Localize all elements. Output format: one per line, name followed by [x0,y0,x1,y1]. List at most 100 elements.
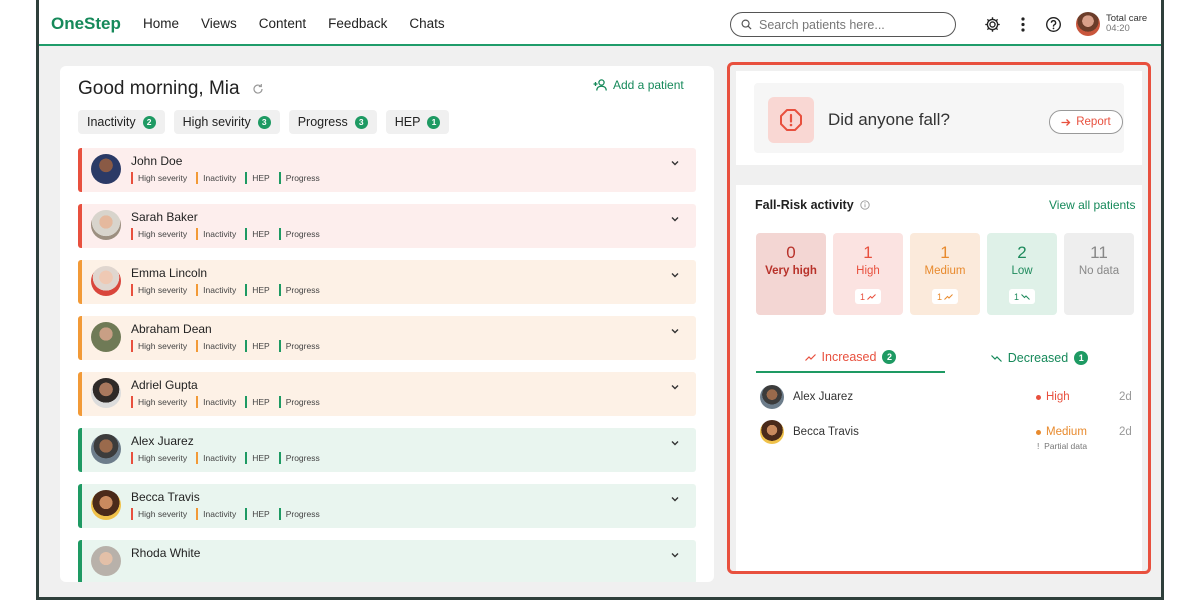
greeting-text: Good morning, Mia [78,78,240,99]
tile-label: No data [1078,265,1120,277]
tile-count: 1 [940,243,950,262]
chevron-down-icon[interactable] [670,494,680,504]
patient-name: Abraham Dean [131,322,212,336]
tag-hep: HEP [245,284,270,296]
risk-level: Medium [1036,426,1087,438]
chip-label: HEP [394,115,421,129]
chevron-down-icon[interactable] [670,270,680,280]
search-box[interactable] [730,12,956,37]
risk-level: High [1036,391,1070,403]
patient-row[interactable]: Emma Lincoln High severity Inactivity HE… [78,260,696,304]
search-input[interactable] [759,17,939,32]
patient-row[interactable]: Sarah Baker High severity Inactivity HEP… [78,204,696,248]
refresh-icon[interactable] [252,83,264,95]
tab-decreased[interactable]: Decreased 1 [945,343,1134,373]
report-button[interactable]: Report [1049,110,1123,134]
trend-up-icon [804,353,816,361]
patient-tags: High severity Inactivity HEP Progress [131,452,320,464]
app-logo[interactable]: OneStep [51,14,121,34]
patient-name: John Doe [131,154,183,168]
patient-tags: High severity Inactivity HEP Progress [131,340,320,352]
patient-name: Rhoda White [131,546,201,560]
info-icon[interactable] [860,200,870,210]
fall-report-card: Did anyone fall? Report [736,71,1142,165]
patient-list: John Doe High severity Inactivity HEP Pr… [78,148,696,582]
tag-progress: Progress [278,508,320,520]
user-line-2: 04:20 [1106,23,1130,34]
add-user-icon [593,79,607,91]
patient-name: Alex Juarez [131,434,194,448]
tag-inactivity: Inactivity [196,396,236,408]
chevron-down-icon[interactable] [670,550,680,560]
patient-tags: High severity Inactivity HEP Progress [131,396,320,408]
trend-down-icon [990,354,1002,362]
tag-hep: HEP [245,340,270,352]
user-avatar[interactable] [1076,12,1100,36]
tile-label: Medium [924,265,966,277]
help-icon[interactable] [1044,15,1062,33]
list-item[interactable]: Alex Juarez High 2d [756,385,1134,420]
patient-name: Adriel Gupta [131,378,198,392]
patient-row[interactable]: Rhoda White [78,540,696,582]
list-item[interactable]: Becca Travis Medium ! Partial data 2d [756,420,1134,455]
greeting-row: Good morning, Mia [78,78,264,100]
partial-data-note: ! Partial data [1037,441,1087,451]
app-frame: OneStep Home Views Content Feedback Chat… [36,0,1164,600]
filter-hep[interactable]: HEP 1 [385,110,450,134]
tag-progress: Progress [278,396,320,408]
patient-row[interactable]: Abraham Dean High severity Inactivity HE… [78,316,696,360]
risk-tile-no-data[interactable]: 11 No data [1064,233,1134,315]
patient-row[interactable]: Alex Juarez High severity Inactivity HEP… [78,428,696,472]
trend-down-icon [1021,293,1030,300]
filter-high-severity[interactable]: High sevirity 3 [173,110,280,134]
chevron-down-icon[interactable] [670,158,680,168]
tab-increased[interactable]: Increased 2 [756,343,945,373]
risk-tile-medium[interactable]: 1 Medium 1 [910,233,980,315]
search-icon [741,19,752,30]
add-patient-button[interactable]: Add a patient [593,78,684,92]
patient-row[interactable]: John Doe High severity Inactivity HEP Pr… [78,148,696,192]
tile-delta: 1 [932,289,958,304]
chevron-down-icon[interactable] [670,326,680,336]
gear-icon[interactable] [983,15,1001,33]
chip-label: Progress [297,115,348,129]
chevron-down-icon[interactable] [670,214,680,224]
chip-label: High sevirity [182,115,251,129]
fall-risk-title-text: Fall-Risk activity [755,198,854,212]
patient-name: Becca Travis [131,490,200,504]
filter-progress[interactable]: Progress 3 [288,110,377,134]
patient-tags: High severity Inactivity HEP Progress [131,172,320,184]
tag-hep: HEP [245,508,270,520]
arrow-right-icon [1061,118,1071,126]
risk-tile-low[interactable]: 2 Low 1 [987,233,1057,315]
chevron-down-icon[interactable] [670,382,680,392]
risk-tile-high[interactable]: 1 High 1 [833,233,903,315]
nav-views[interactable]: Views [201,16,237,31]
patient-row[interactable]: Becca Travis High severity Inactivity HE… [78,484,696,528]
alert-icon [768,97,814,143]
patient-avatar [91,490,121,520]
fall-risk-title: Fall-Risk activity [755,198,870,212]
nav-feedback[interactable]: Feedback [328,16,387,31]
view-all-patients-link[interactable]: View all patients [1049,198,1136,212]
more-vertical-icon[interactable] [1014,15,1032,33]
chevron-down-icon[interactable] [670,438,680,448]
tag-progress: Progress [278,452,320,464]
nav-content[interactable]: Content [259,16,306,31]
tag-high-severity: High severity [131,228,187,240]
fall-risk-card: Fall-Risk activity View all patients 0 V… [736,185,1142,571]
tag-high-severity: High severity [131,452,187,464]
patient-name: Alex Juarez [793,391,854,403]
fall-question: Did anyone fall? [828,110,950,129]
nav-chats[interactable]: Chats [409,16,444,31]
risk-dot [1036,429,1041,435]
filter-chips: Inactivity 2 High sevirity 3 Progress 3 HEP… [78,110,450,134]
risk-tiles: 0 Very high 1 High 1 1 Medium 1 2 Low 1 [756,233,1134,315]
user-info[interactable]: Total care 04:20 [1106,14,1147,34]
risk-tile-very-high[interactable]: 0 Very high [756,233,826,315]
filter-inactivity[interactable]: Inactivity 2 [78,110,165,134]
chip-count: 3 [257,115,271,129]
nav-home[interactable]: Home [143,16,179,31]
patient-row[interactable]: Adriel Gupta High severity Inactivity HE… [78,372,696,416]
risk-change-list: Alex Juarez High 2d Becca Travis Medium … [756,385,1134,455]
